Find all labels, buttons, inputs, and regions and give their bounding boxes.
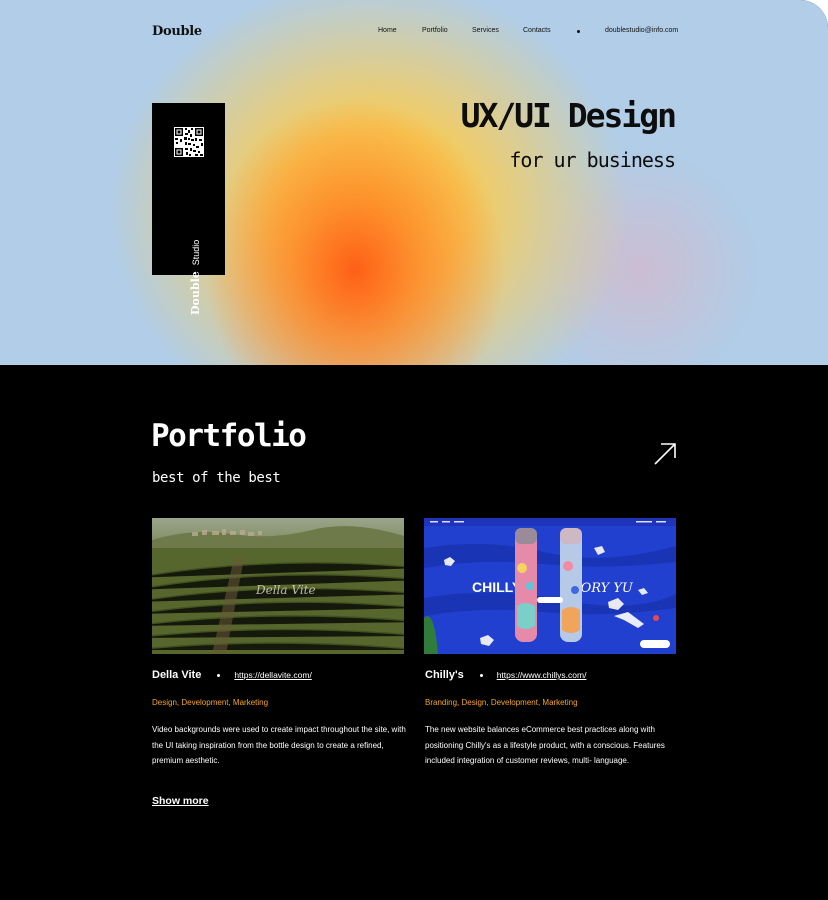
portfolio-subtitle: best of the best — [152, 470, 281, 486]
project-header: Della Vite https://dellavite.com/ — [152, 668, 412, 682]
studio-card: Double Studio — [152, 103, 225, 315]
page: Double Home Portfolio Services Contacts … — [0, 0, 828, 900]
project-description: The new website balances eCommerce best … — [425, 725, 665, 765]
show-more-link[interactable]: Show more — [152, 795, 209, 807]
project-url-link[interactable]: https://dellavite.com/ — [234, 670, 311, 680]
separator-dot — [217, 673, 221, 677]
card-logo: Double — [189, 271, 202, 315]
project-card-della-vite: Della Vite https://dellavite.com/ Design… — [152, 668, 412, 769]
project-tags: Design, Development, Marketing — [152, 698, 269, 707]
nav-portfolio[interactable]: Portfolio — [422, 27, 448, 34]
project-header: Chilly's https://www.chillys.com/ — [425, 668, 685, 682]
qr-code-icon — [174, 127, 204, 157]
project-thumbnail-della-vite[interactable]: Della Vite — [152, 518, 404, 654]
project-description: Video backgrounds were used to create im… — [152, 725, 406, 765]
nav-home[interactable]: Home — [378, 27, 397, 34]
project-name[interactable]: Chilly's — [425, 669, 464, 681]
project-url-link[interactable]: https://www.chillys.com/ — [497, 670, 587, 680]
hero-subtitle: for ur business — [509, 148, 676, 172]
nav-services[interactable]: Services — [472, 27, 499, 34]
hero-title: UX/UI Design — [460, 96, 677, 135]
della-vite-watermark: Della Vite — [255, 583, 316, 597]
nav-separator-dot — [577, 30, 580, 33]
project-thumbnail-chillys[interactable]: CHILLY'S YORY YU — [424, 518, 676, 654]
project-tags: Branding, Design, Development, Marketing — [425, 698, 578, 707]
card-label: Double Studio — [189, 240, 202, 315]
arrow-up-right-icon[interactable] — [653, 442, 677, 466]
project-card-chillys: Chilly's https://www.chillys.com/ Brandi… — [425, 668, 685, 769]
nav-email-link[interactable]: doublestudio@info.com — [605, 27, 678, 34]
separator-dot — [479, 673, 483, 677]
card-studio-label: Studio — [191, 239, 201, 266]
nav-contacts[interactable]: Contacts — [523, 27, 551, 34]
project-name[interactable]: Della Vite — [152, 669, 201, 681]
portfolio-title: Portfolio — [151, 418, 307, 454]
hero-section: Double Home Portfolio Services Contacts … — [0, 0, 828, 365]
logo[interactable]: Double — [152, 24, 202, 39]
